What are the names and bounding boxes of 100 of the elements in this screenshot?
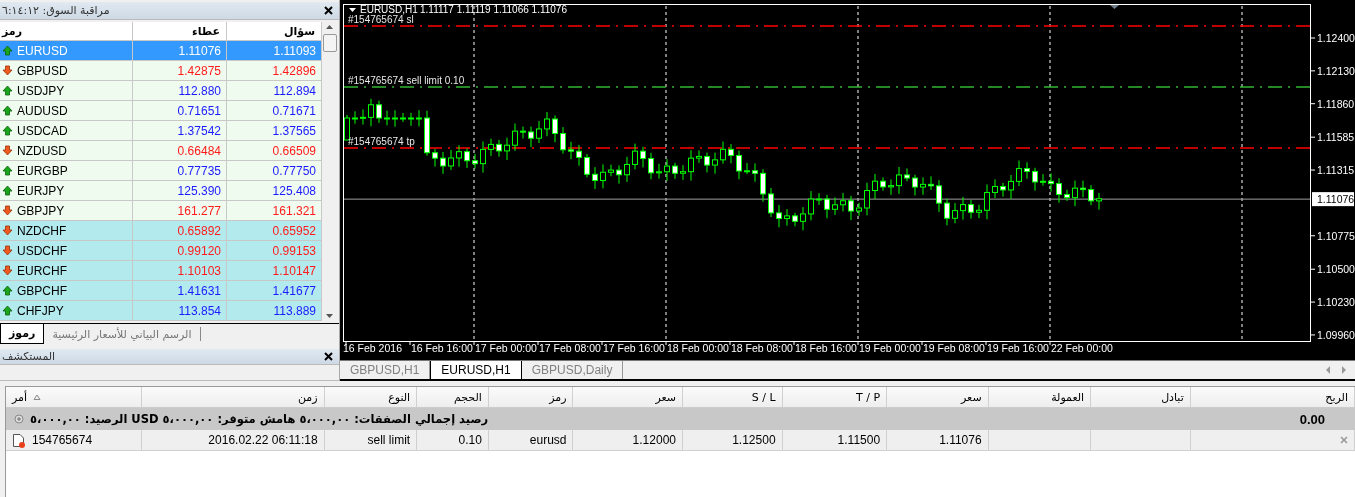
candle <box>536 120 542 144</box>
price-axis-label: 1.10775 <box>1317 229 1355 242</box>
time-axis-label: 18 Feb 08:00 <box>731 342 793 354</box>
scrollbar[interactable] <box>322 22 337 321</box>
candle <box>672 162 678 180</box>
quote-row[interactable]: USDCAD 1.37542 1.37565 <box>0 121 322 141</box>
shift-marker-icon[interactable] <box>1110 5 1119 9</box>
order-line-label: #154765674 sell limit 0.10 <box>348 75 465 86</box>
quote-row[interactable]: NZDCHF 0.65892 0.65952 <box>0 221 322 241</box>
candle <box>720 141 726 165</box>
quote-row[interactable]: EURJPY 125.390 125.408 <box>0 181 322 201</box>
table-cell: 1.12500 <box>683 430 783 450</box>
candle <box>808 190 814 221</box>
candle <box>752 162 758 183</box>
close-icon[interactable] <box>324 352 333 361</box>
column-header[interactable]: أمر <box>12 390 28 404</box>
quote-row[interactable]: CHFJPY 113.854 113.889 <box>0 301 322 321</box>
ticket-number: 154765674 <box>32 433 93 447</box>
candle <box>648 152 654 180</box>
column-header[interactable]: T / P <box>782 387 888 407</box>
candle <box>800 206 806 231</box>
quote-row[interactable]: GBPUSD 1.42875 1.42896 <box>0 61 322 81</box>
scroll-left-icon[interactable] <box>1325 366 1331 374</box>
candle <box>896 166 902 195</box>
candle <box>608 164 614 177</box>
quote-row[interactable]: USDJPY 112.880 112.894 <box>0 81 322 101</box>
column-header[interactable]: تبادل <box>1091 387 1191 407</box>
candle <box>1096 192 1102 211</box>
quote-row[interactable]: AUDUSD 0.71651 0.71671 <box>0 101 322 121</box>
candle <box>1080 180 1086 198</box>
candle <box>768 187 774 218</box>
candle <box>984 184 990 220</box>
symbol-name: EURUSD <box>17 43 68 58</box>
column-header[interactable]: العمولة <box>988 387 1092 407</box>
candle <box>1000 182 1006 198</box>
column-header[interactable]: رمز <box>488 387 574 407</box>
sort-icon[interactable] <box>33 394 42 400</box>
symbol-name: GBPJPY <box>17 203 65 218</box>
price-axis-label: 1.10230 <box>1317 296 1355 309</box>
symbol-name: EURCHF <box>17 263 67 278</box>
column-header[interactable]: الربح <box>1190 387 1355 407</box>
quote-row[interactable]: NZDUSD 0.66484 0.66509 <box>0 141 322 161</box>
balance-summary: رصيد إجمالي الصفقات: ٥،٠٠٠,٠٠ هامش متوفر: ٥،٠٠٠,٠٠ USD الرصيد: ٥،٠٠٠,٠٠ <box>30 412 489 426</box>
order-line-label: #154765674 tp <box>348 136 415 147</box>
candle <box>616 164 622 184</box>
quote-row[interactable]: EURCHF 1.10103 1.10147 <box>0 261 322 281</box>
candle <box>664 158 670 182</box>
column-header[interactable]: النوع <box>324 387 418 407</box>
symbol-name: NZDCHF <box>17 223 67 238</box>
table-cell: 1.11076 <box>887 430 989 450</box>
close-icon[interactable] <box>324 6 333 15</box>
candle <box>992 178 998 199</box>
column-header[interactable]: سعر <box>887 387 989 407</box>
candle <box>824 194 830 219</box>
candle <box>528 126 534 148</box>
candle <box>912 174 918 196</box>
quote-row[interactable]: USDCHF 0.99120 0.99153 <box>0 241 322 261</box>
candle <box>656 163 662 180</box>
time-axis-label: 17 Feb 08:00 <box>539 342 601 354</box>
symbol-name: EURGBP <box>17 163 68 178</box>
column-header[interactable]: S / L <box>683 387 783 407</box>
dropdown-icon[interactable] <box>349 8 356 12</box>
candle <box>400 112 406 123</box>
stop-level-line[interactable] <box>343 147 1311 149</box>
quote-row[interactable]: GBPJPY 161.277 161.321 <box>0 201 322 221</box>
order-level-line[interactable] <box>343 86 1311 88</box>
chart-tab[interactable]: EURUSD,H1 <box>430 361 522 379</box>
symbol-name: USDJPY <box>17 83 65 98</box>
candle <box>464 147 470 169</box>
price-axis-label: 1.11315 <box>1317 164 1355 177</box>
scroll-thumb[interactable] <box>322 34 337 52</box>
table-cell: sell limit <box>324 430 418 450</box>
column-header[interactable]: الحجم <box>417 387 489 407</box>
candle <box>776 204 782 228</box>
time-axis-label: 19 Feb 00:00 <box>859 342 921 354</box>
pending-order-icon <box>12 432 26 448</box>
symbol-name: USDCAD <box>17 123 68 138</box>
candle <box>552 115 558 143</box>
candle <box>1056 177 1062 204</box>
time-axis-label: 19 Feb 16:00 <box>987 342 1049 354</box>
candle <box>520 126 526 139</box>
candle <box>1088 184 1094 206</box>
total-profit: 0.00 <box>1299 411 1325 427</box>
quote-row[interactable]: EURGBP 0.77735 0.77750 <box>0 161 322 181</box>
candle <box>448 149 454 171</box>
scroll-right-icon[interactable] <box>1341 366 1347 374</box>
chart-tab[interactable]: GBPUSD,Daily <box>521 361 624 379</box>
candle <box>1024 161 1030 180</box>
order-row[interactable]: 154765674 2016.02.22 06:11:18 sell limit 0.10 eurusd 1.12000 1.12500 1.11500 1.11076 <box>6 430 1355 451</box>
bid-cell: 113.854 <box>133 301 227 321</box>
candle <box>976 204 982 219</box>
table-cell: eurusd <box>488 430 574 450</box>
panel-tab[interactable]: رموز <box>0 324 45 344</box>
candle <box>712 152 718 175</box>
candle <box>544 111 550 137</box>
quote-row[interactable]: GBPCHF 1.41631 1.41677 <box>0 281 322 301</box>
column-header[interactable]: سعر <box>573 387 683 407</box>
candle <box>632 143 638 170</box>
candle <box>856 202 862 217</box>
column-header[interactable]: زمن <box>142 387 325 407</box>
